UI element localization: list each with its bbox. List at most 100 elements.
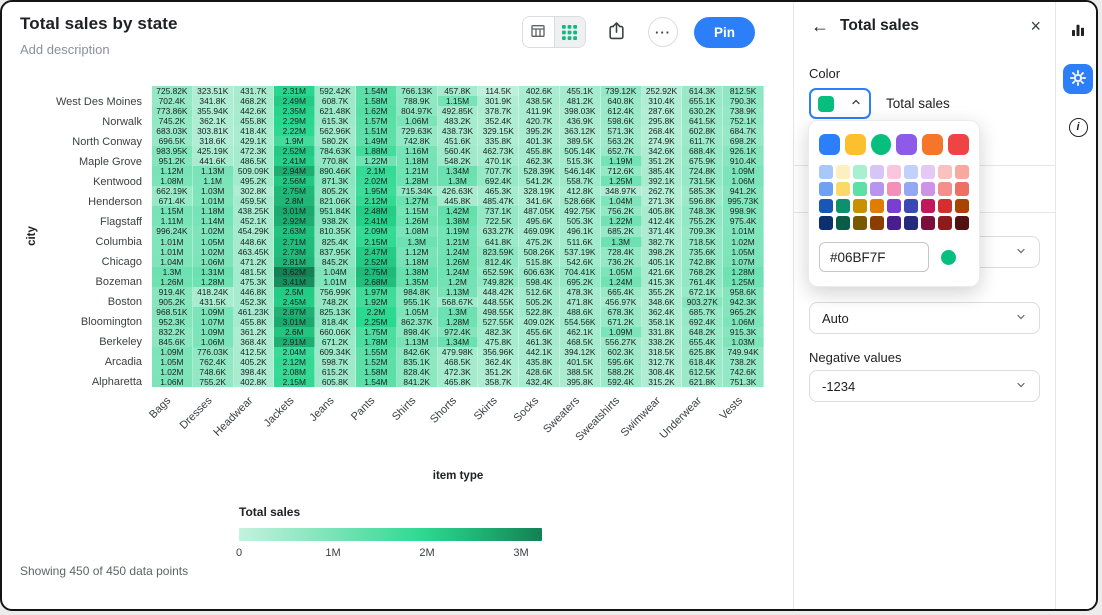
heatmap-cell[interactable]: 457.8K (438, 86, 479, 96)
heatmap-cell[interactable]: 818.4K (315, 317, 356, 327)
heatmap-cell[interactable]: 448.55K (478, 297, 519, 307)
heatmap-cell[interactable]: 1.95M (356, 186, 397, 196)
heatmap-cell[interactable]: 446.8K (234, 287, 275, 297)
heatmap-cell[interactable]: 331.8K (642, 327, 683, 337)
heatmap-cell[interactable]: 1.58M (356, 367, 397, 377)
palette-color-swatch[interactable] (870, 216, 884, 230)
heatmap-cell[interactable]: 1.09M (152, 347, 193, 357)
heatmap-cell[interactable]: 1.3M (438, 176, 479, 186)
heatmap-cell[interactable]: 998.9K (723, 206, 764, 216)
heatmap-cell[interactable]: 462.3K (519, 156, 560, 166)
heatmap-cell[interactable]: 662.19K (152, 186, 193, 196)
palette-color-swatch[interactable] (938, 165, 952, 179)
heatmap-cell[interactable]: 418.4K (234, 126, 275, 136)
heatmap-cell[interactable]: 2.5M (274, 287, 315, 297)
heatmap-cell[interactable]: 546.14K (560, 166, 601, 176)
heatmap-cell[interactable]: 1.08M (397, 226, 438, 236)
heatmap-cell[interactable]: 695.2K (560, 277, 601, 287)
heatmap-cell[interactable]: 487.05K (519, 206, 560, 216)
heatmap-cell[interactable]: 995.73K (723, 196, 764, 206)
heatmap-cell[interactable]: 1.14M (193, 216, 234, 226)
heatmap-cell[interactable]: 483.2K (438, 116, 479, 126)
heatmap-cell[interactable]: 1.54M (356, 86, 397, 96)
heatmap-cell[interactable]: 702.4K (152, 96, 193, 106)
heatmap-cell[interactable]: 308.4K (642, 367, 683, 377)
heatmap-cell[interactable]: 1.2M (438, 277, 479, 287)
heatmap-cell[interactable]: 1.06M (397, 116, 438, 126)
heatmap-cell[interactable]: 1.57M (356, 116, 397, 126)
heatmap-cell[interactable]: 1.42M (438, 206, 479, 216)
heatmap-cell[interactable]: 704.41K (560, 267, 601, 277)
heatmap-cell[interactable]: 941.2K (723, 186, 764, 196)
heatmap-cell[interactable]: 3.62M (274, 267, 315, 277)
heatmap-cell[interactable]: 910.4K (723, 156, 764, 166)
main-color-swatch[interactable] (819, 134, 840, 155)
heatmap-cell[interactable]: 1.25M (601, 176, 642, 186)
heatmap-cell[interactable]: 459.5K (234, 196, 275, 206)
heatmap-cell[interactable]: 1.18M (397, 156, 438, 166)
heatmap-cell[interactable]: 2.48M (356, 206, 397, 216)
heatmap-cell[interactable]: 362.4K (642, 307, 683, 317)
heatmap-cell[interactable]: 395.2K (519, 126, 560, 136)
heatmap-cell[interactable]: 1.04M (315, 267, 356, 277)
heatmap-cell[interactable]: 394.12K (560, 347, 601, 357)
heatmap-cell[interactable]: 862.37K (397, 317, 438, 327)
heatmap-cell[interactable]: 1.06M (152, 377, 193, 387)
heatmap-cell[interactable]: 1.28M (438, 317, 479, 327)
heatmap-cell[interactable]: 515.8K (519, 257, 560, 267)
heatmap-cell[interactable]: 749.82K (478, 277, 519, 287)
heatmap-cell[interactable]: 405.8K (642, 206, 683, 216)
heatmap-cell[interactable]: 432.4K (519, 377, 560, 387)
heatmap-cell[interactable]: 1.3M (397, 237, 438, 247)
palette-color-swatch[interactable] (836, 165, 850, 179)
heatmap-cell[interactable]: 469.09K (519, 226, 560, 236)
heatmap-cell[interactable]: 983.95K (152, 146, 193, 156)
heatmap-cell[interactable]: 692.4K (478, 176, 519, 186)
heatmap-cell[interactable]: 2.71M (274, 237, 315, 247)
heatmap-cell[interactable]: 563.2K (601, 136, 642, 146)
heatmap-cell[interactable]: 2.31M (274, 86, 315, 96)
heatmap-cell[interactable]: 571.3K (601, 126, 642, 136)
heatmap-cell[interactable]: 1.01M (152, 247, 193, 257)
heatmap-cell[interactable]: 2.6M (274, 327, 315, 337)
heatmap-cell[interactable]: 768.2K (682, 267, 723, 277)
heatmap-cell[interactable]: 683.03K (152, 126, 193, 136)
heatmap-cell[interactable]: 965.2K (723, 307, 764, 317)
heatmap-cell[interactable]: 2.12M (274, 357, 315, 367)
heatmap-cell[interactable]: 588.2K (601, 367, 642, 377)
heatmap-cell[interactable]: 472.3K (438, 367, 479, 377)
heatmap-cell[interactable]: 2.09M (356, 226, 397, 236)
heatmap-cell[interactable]: 368.4K (234, 337, 275, 347)
heatmap-cell[interactable]: 788.9K (397, 96, 438, 106)
heatmap-cell[interactable]: 1.9M (274, 136, 315, 146)
heatmap-cell[interactable]: 1.02M (152, 367, 193, 377)
heatmap-cell[interactable]: 595.6K (601, 357, 642, 367)
palette-color-swatch[interactable] (921, 165, 935, 179)
heatmap-cell[interactable]: 461.23K (234, 307, 275, 317)
heatmap-cell[interactable]: 671.2K (601, 317, 642, 327)
palette-color-swatch[interactable] (904, 165, 918, 179)
heatmap-cell[interactable]: 318.6K (193, 136, 234, 146)
palette-color-swatch[interactable] (938, 216, 952, 230)
heatmap-cell[interactable]: 1.05M (193, 237, 234, 247)
negative-values-dropdown[interactable]: -1234 (809, 370, 1040, 402)
heatmap-cell[interactable]: 1.06M (723, 317, 764, 327)
heatmap-cell[interactable]: 398.2K (642, 247, 683, 257)
heatmap-cell[interactable]: 438.5K (519, 96, 560, 106)
heatmap-cell[interactable]: 341.8K (193, 96, 234, 106)
heatmap-cell[interactable]: 1.26M (152, 277, 193, 287)
add-description[interactable]: Add description (20, 42, 522, 57)
heatmap-cell[interactable]: 2.1M (356, 166, 397, 176)
heatmap-cell[interactable]: 2.56M (274, 176, 315, 186)
heatmap-cell[interactable]: 436.9K (560, 116, 601, 126)
heatmap-cell[interactable]: 951.84K (315, 206, 356, 216)
heatmap-cell[interactable]: 890.46K (315, 166, 356, 176)
heatmap-cell[interactable]: 641.8K (478, 237, 519, 247)
heatmap-cell[interactable]: 385.4K (642, 166, 683, 176)
heatmap-cell[interactable]: 315.2K (642, 377, 683, 387)
heatmap-view-button[interactable] (554, 17, 585, 47)
heatmap-cell[interactable]: 435.8K (519, 357, 560, 367)
heatmap-cell[interactable]: 495.2K (234, 176, 275, 186)
heatmap-cell[interactable]: 1.02M (723, 237, 764, 247)
heatmap-cell[interactable]: 958.6K (723, 287, 764, 297)
